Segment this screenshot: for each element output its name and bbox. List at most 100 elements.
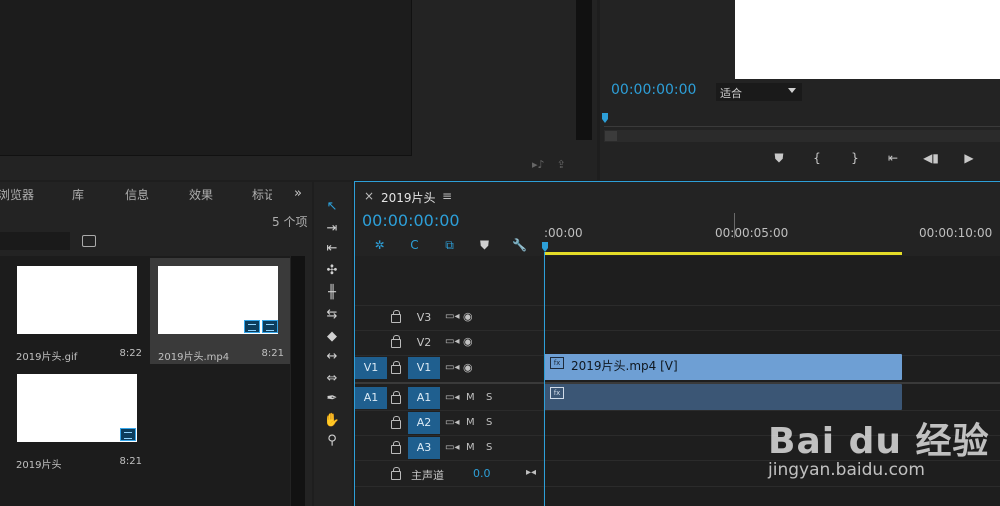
fx-badge-icon: fx	[550, 357, 564, 369]
bin-item-mp4[interactable]: 2019片头.mp4 8:21	[150, 258, 290, 364]
sync-lock-icon[interactable]: ▭◂	[445, 336, 459, 347]
track-divider	[355, 330, 1000, 331]
lock-icon[interactable]	[391, 391, 401, 404]
insert-icon[interactable]: ▸♪	[532, 158, 545, 174]
find-icon[interactable]	[82, 235, 96, 247]
nest-icon[interactable]: ✲	[362, 238, 397, 253]
video-clip-name: 2019片头.mp4 [V]	[571, 359, 678, 373]
more-tabs-button[interactable]: »	[294, 186, 302, 201]
step-forward-icon[interactable]: ▮▶	[988, 151, 1000, 165]
snap-icon[interactable]: C	[397, 238, 432, 253]
lock-icon[interactable]	[391, 441, 401, 454]
add-marker-icon[interactable]: ⛊	[467, 238, 502, 253]
settings-wrench-icon[interactable]: 🔧	[502, 238, 537, 253]
selection-tool-icon[interactable]: ↖	[322, 198, 342, 216]
eye-icon[interactable]: ◉	[463, 361, 473, 374]
tab-info[interactable]: 信息	[125, 186, 149, 203]
chevron-down-icon	[788, 88, 796, 93]
program-scroll-thumb[interactable]	[605, 131, 617, 141]
track-select-forward-icon[interactable]: ⇥	[322, 220, 342, 238]
solo-button[interactable]: S	[486, 417, 492, 428]
track-target-a2[interactable]: A2	[408, 412, 440, 434]
lock-icon[interactable]	[391, 361, 401, 374]
thumbnail	[17, 266, 137, 334]
mute-button[interactable]: M	[466, 392, 475, 403]
program-video-frame	[735, 0, 1000, 79]
pen-icon[interactable]: ✒	[322, 390, 342, 408]
work-area-bar[interactable]	[544, 252, 902, 255]
sync-lock-icon[interactable]: ▭◂	[445, 442, 459, 453]
eye-icon[interactable]: ◉	[463, 310, 473, 323]
lock-icon[interactable]	[391, 416, 401, 429]
lock-icon[interactable]	[391, 310, 401, 323]
audio-video-badge-icon	[262, 320, 278, 333]
play-icon[interactable]: ▶	[950, 151, 988, 165]
source-monitor-viewer	[0, 0, 412, 156]
timeline-timecode[interactable]: 00:00:00:00	[362, 211, 460, 230]
linked-selection-icon[interactable]: ⧉	[432, 238, 467, 253]
fit-dropdown[interactable]: 适合	[716, 83, 802, 101]
bin-item-name: 2019片头.mp4	[158, 352, 230, 363]
close-icon[interactable]: ×	[364, 189, 374, 203]
tab-effects[interactable]: 效果	[189, 186, 213, 203]
program-zoom-scrollbar[interactable]	[604, 130, 1000, 142]
fit-dropdown-value: 适合	[720, 87, 742, 100]
ruler-tick-label: 00:00:05:00	[715, 226, 789, 240]
ripple-edit-icon[interactable]: ✣	[322, 262, 342, 280]
sync-lock-icon[interactable]: ▭◂	[445, 311, 459, 322]
mark-out-icon[interactable]: }	[836, 151, 874, 165]
lock-icon[interactable]	[391, 335, 401, 348]
add-marker-icon[interactable]: ⛊	[760, 151, 798, 166]
source-patch-v1[interactable]: V1	[355, 357, 387, 379]
hand-icon[interactable]: ✋	[322, 412, 342, 430]
go-to-end-icon[interactable]: ▸◂	[526, 467, 536, 478]
sync-lock-icon[interactable]: ▭◂	[445, 392, 459, 403]
tab-libraries[interactable]: 库	[72, 186, 84, 203]
bin-search-input[interactable]	[0, 232, 70, 250]
track-select-backward-icon[interactable]: ⇤	[322, 240, 342, 258]
bin-scrollbar[interactable]	[291, 256, 305, 506]
tab-menu-icon[interactable]: ≡	[442, 189, 452, 203]
go-to-in-icon[interactable]: ⇤	[874, 151, 912, 165]
eye-icon[interactable]: ◉	[463, 335, 473, 348]
track-target-a3[interactable]: A3	[408, 437, 440, 459]
source-scrollbar[interactable]	[576, 0, 592, 140]
slide-icon[interactable]: ⇔	[322, 370, 342, 388]
bin-item-name: 2019片头	[16, 460, 62, 471]
watermark-url: jingyan.baidu.com	[768, 460, 925, 480]
lock-icon[interactable]	[391, 467, 401, 480]
thumbnail	[17, 374, 137, 442]
mark-in-icon[interactable]: {	[798, 151, 836, 165]
track-target-v1[interactable]: V1	[408, 357, 440, 379]
watermark-logo: Bai du 经验	[768, 421, 990, 462]
step-back-icon[interactable]: ◀▮	[912, 151, 950, 165]
razor-icon[interactable]: ◆	[322, 328, 342, 346]
source-patch-a1[interactable]: A1	[355, 387, 387, 409]
solo-button[interactable]: S	[486, 442, 492, 453]
fx-badge-icon: fx	[550, 387, 564, 399]
solo-button[interactable]: S	[486, 392, 492, 403]
export-frame-icon[interactable]: ⇪	[557, 158, 566, 174]
bin-item-gif[interactable]: 2019片头.gif 8:22	[8, 258, 148, 364]
track-target-a1[interactable]: A1	[408, 387, 440, 409]
mute-button[interactable]: M	[466, 417, 475, 428]
zoom-icon[interactable]: ⚲	[322, 432, 342, 450]
master-volume-value[interactable]: 0.0	[473, 467, 491, 480]
mute-button[interactable]: M	[466, 442, 475, 453]
thumbnail	[158, 266, 278, 334]
program-timecode[interactable]: 00:00:00:00	[611, 82, 696, 98]
sync-lock-icon[interactable]: ▭◂	[445, 417, 459, 428]
source-monitor-buttons: ▸♪ ⇪	[532, 158, 582, 174]
slip-icon[interactable]: ↔	[322, 348, 342, 366]
sequence-tab[interactable]: 2019片头	[381, 189, 436, 206]
rolling-edit-icon[interactable]: ╫	[322, 284, 342, 302]
playhead-line	[544, 252, 545, 506]
tab-media-browser[interactable]: 浏览器	[0, 186, 34, 203]
rate-stretch-icon[interactable]: ⇆	[322, 306, 342, 324]
ruler-tick-label: 00:00:10:00	[919, 226, 993, 240]
tab-markers[interactable]: 标记	[252, 186, 272, 203]
track-label-v3: V3	[416, 311, 432, 324]
sync-lock-icon[interactable]: ▭◂	[445, 362, 459, 373]
bin-item-sequence[interactable]: 2019片头 8:21	[8, 366, 148, 472]
bin-item-duration: 8:21	[261, 348, 284, 359]
